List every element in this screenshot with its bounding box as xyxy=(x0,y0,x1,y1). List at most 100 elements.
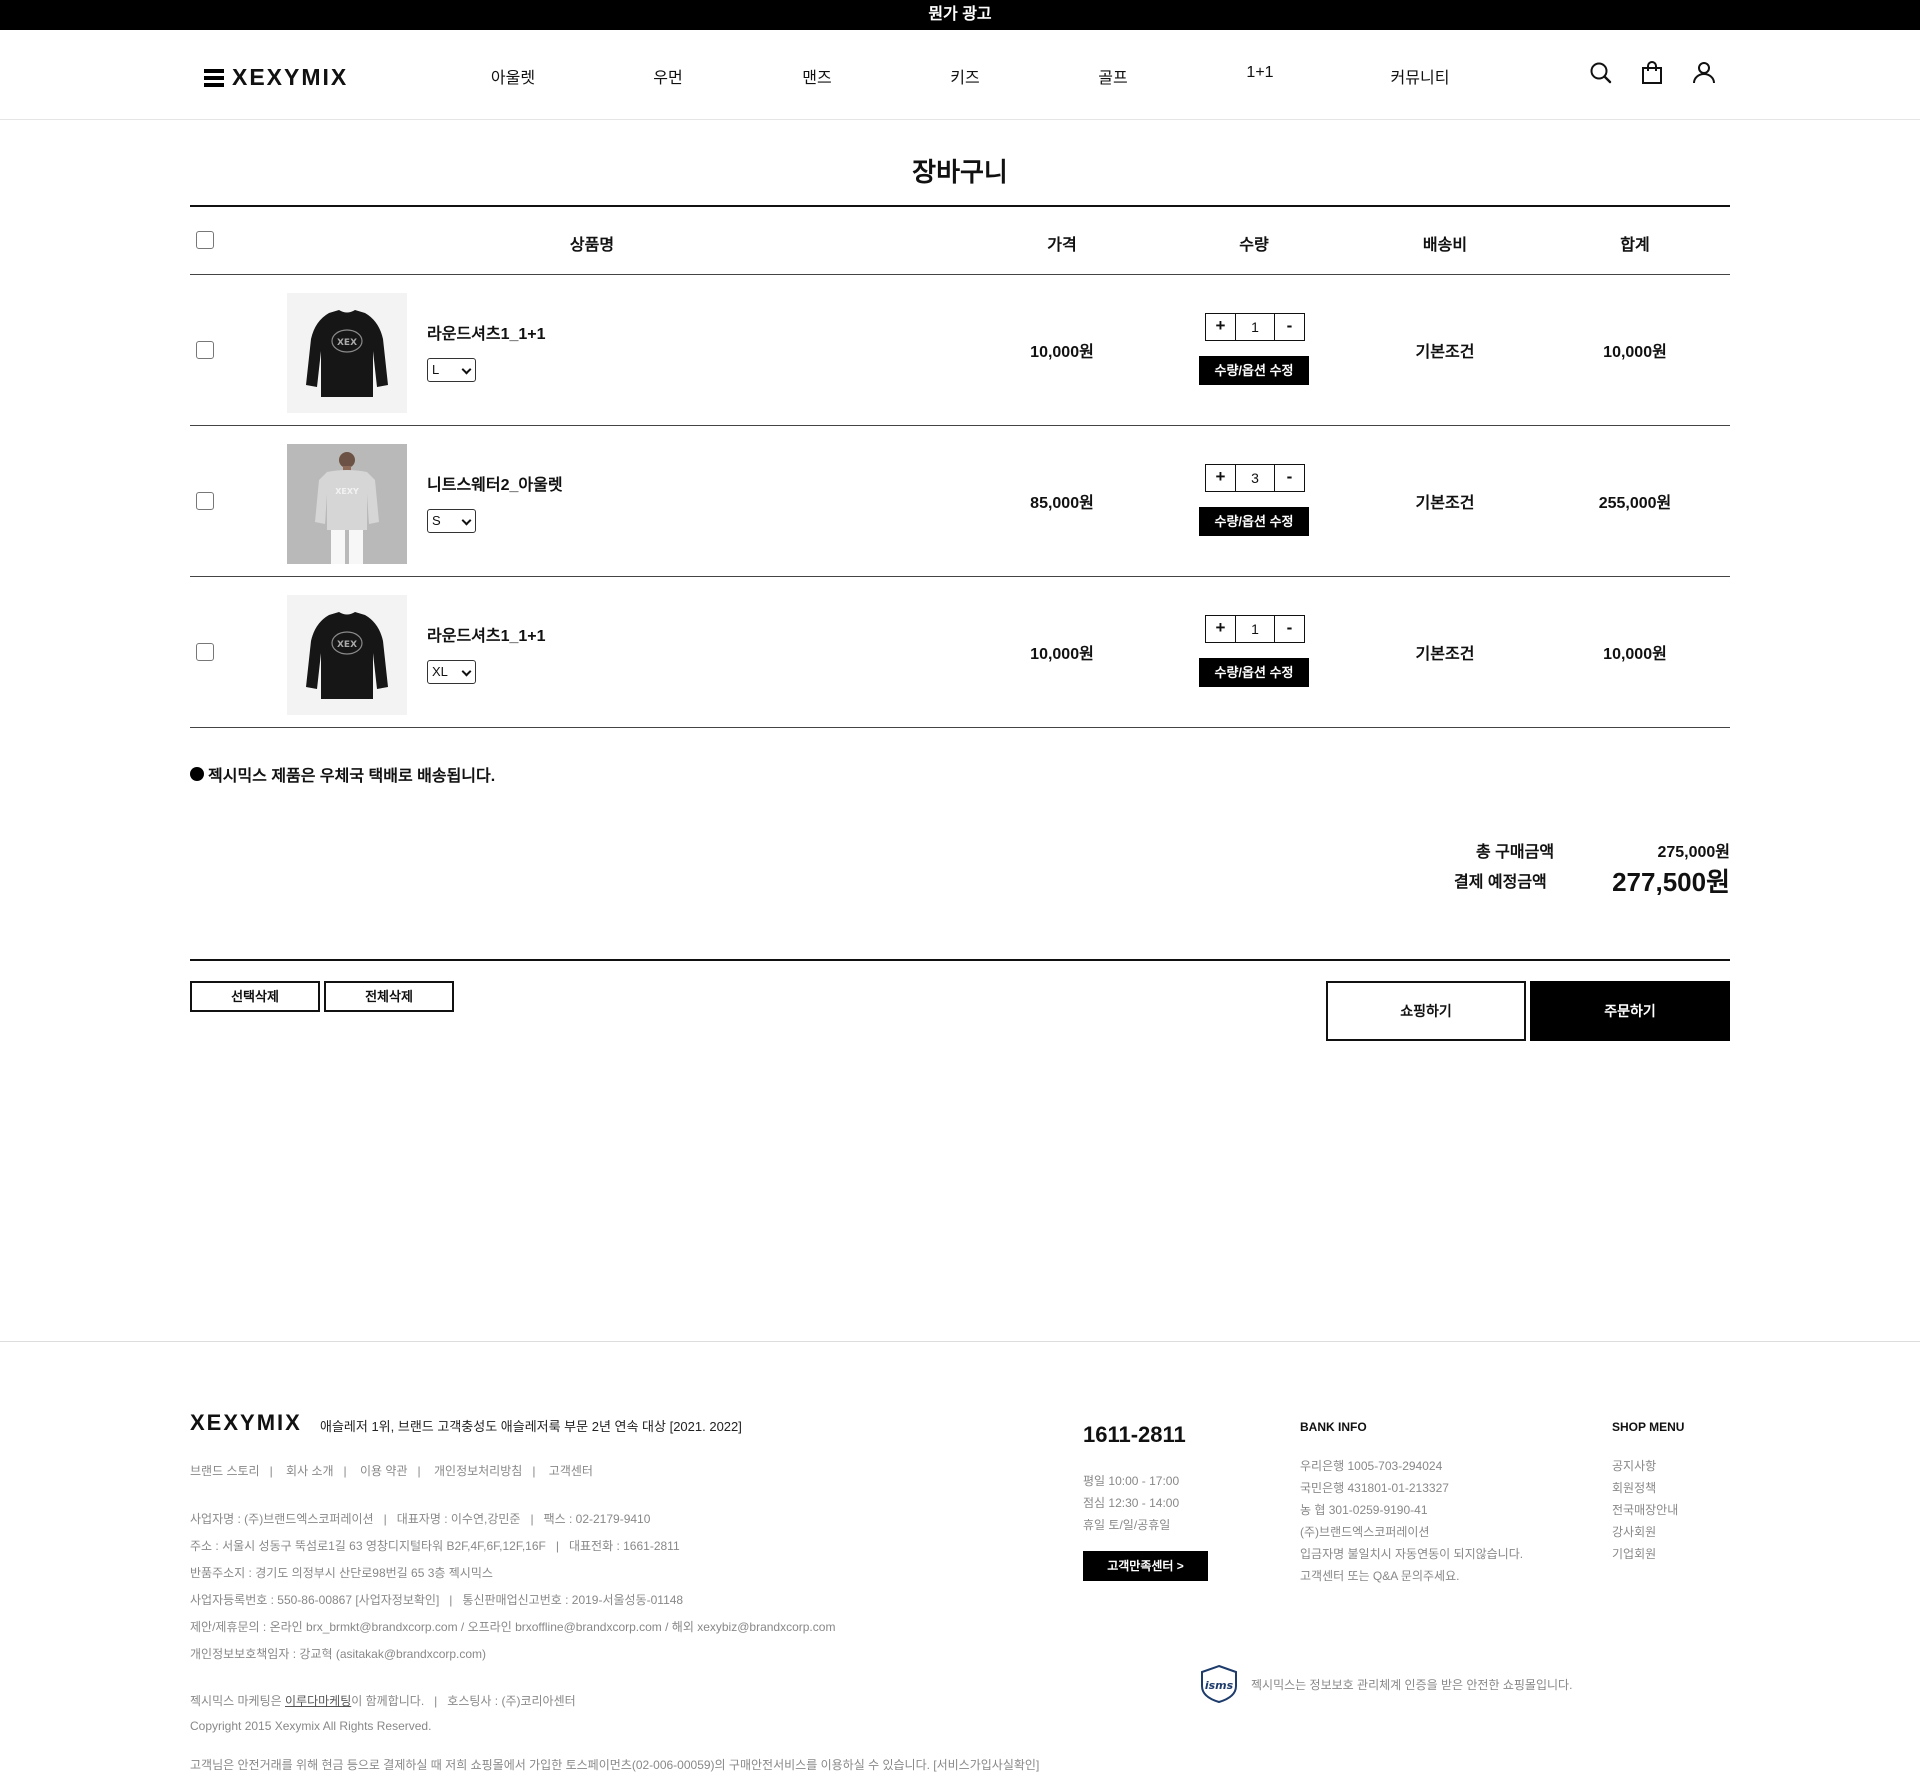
footer-link-brand-story[interactable]: 브랜드 스토리 xyxy=(190,1464,260,1478)
product-price: 10,000원 xyxy=(1030,646,1094,663)
shipping-fee: 기본조건 xyxy=(1415,495,1475,512)
qty-minus-button[interactable]: - xyxy=(1275,314,1304,340)
select-all-checkbox[interactable] xyxy=(196,231,214,249)
delete-selected-button[interactable]: 선택삭제 xyxy=(190,981,320,1012)
shop-menu-notice[interactable]: 공지사항 xyxy=(1612,1457,1656,1474)
product-name[interactable]: 라운드셔츠1_1+1 xyxy=(427,622,546,646)
edit-qty-option-button[interactable]: 수량/옵션 수정 xyxy=(1199,507,1309,536)
row-checkbox[interactable] xyxy=(196,643,214,661)
footer-marketing: 젝시믹스 마케팅은 이루다마케팅이 함께합니다. | 호스팅사 : (주)코리아… xyxy=(190,1692,576,1709)
nav-item-kids[interactable]: 키즈 xyxy=(950,64,979,88)
footer-info-line: 반품주소지 : 경기도 의정부시 산단로98번길 65 3층 젝시믹스 xyxy=(190,1566,493,1580)
search-icon[interactable] xyxy=(1588,60,1614,86)
logo[interactable]: XEXYMIX xyxy=(204,64,348,91)
footer-links: 브랜드 스토리 | 회사 소개 | 이용 약관 | 개인정보처리방침 | 고객센터 xyxy=(190,1464,593,1478)
shipping-fee: 기본조건 xyxy=(1415,646,1475,663)
product-price: 10,000원 xyxy=(1030,344,1094,361)
nav-item-community[interactable]: 커뮤니티 xyxy=(1391,64,1450,88)
row-checkbox[interactable] xyxy=(196,492,214,510)
product-name[interactable]: 라운드셔츠1_1+1 xyxy=(427,320,546,344)
footer-info-line: 주소 : 서울시 성동구 뚝섬로1길 63 영창디지털타워 B2F,4F,6F,… xyxy=(190,1539,680,1553)
cs-hours-line: 휴일 토/일/공휴일 xyxy=(1083,1518,1171,1532)
size-select[interactable]: S xyxy=(427,509,476,533)
footer-logo[interactable]: XEXYMIX xyxy=(190,1410,302,1436)
row-total: 10,000원 xyxy=(1603,646,1667,663)
bank-line: 입금자명 불일치시 자동연동이 되지않습니다. xyxy=(1300,1547,1524,1561)
header-price: 가격 xyxy=(1047,237,1077,254)
product-name[interactable]: 니트스웨터2_아울렛 xyxy=(427,471,563,495)
cs-center-button[interactable]: 고객만족센터 > xyxy=(1083,1551,1208,1581)
shop-menu-title: SHOP MENU xyxy=(1612,1420,1685,1434)
cs-phone: 1611-2811 xyxy=(1083,1422,1186,1447)
nav-item-women[interactable]: 우먼 xyxy=(653,64,682,88)
footer-copyright: Copyright 2015 Xexymix All Rights Reserv… xyxy=(190,1719,432,1733)
nav-item-outlet[interactable]: 아울렛 xyxy=(491,64,535,88)
row-checkbox[interactable] xyxy=(196,341,214,359)
qty-value[interactable]: 1 xyxy=(1235,616,1275,642)
continue-shopping-button[interactable]: 쇼핑하기 xyxy=(1326,981,1526,1041)
svg-text:XEX: XEX xyxy=(337,338,357,348)
shop-menu-instructor[interactable]: 강사회원 xyxy=(1612,1523,1656,1540)
bank-line: 국민은행 431801-01-213327 xyxy=(1300,1481,1449,1495)
nav-item-1plus1[interactable]: 1+1 xyxy=(1246,64,1273,82)
product-thumbnail[interactable]: XEXY xyxy=(287,444,407,564)
header-product: 상품명 xyxy=(569,237,615,254)
order-button[interactable]: 주문하기 xyxy=(1530,981,1730,1041)
delete-all-button[interactable]: 전체삭제 xyxy=(324,981,454,1012)
footer-link-privacy[interactable]: 개인정보처리방침 xyxy=(434,1464,522,1478)
bullet-icon xyxy=(190,767,204,781)
top-banner[interactable]: 뭔가 광고 xyxy=(0,0,1920,30)
edit-qty-option-button[interactable]: 수량/옵션 수정 xyxy=(1199,658,1309,687)
menu-icon[interactable] xyxy=(204,68,224,87)
page-title: 장바구니 xyxy=(912,157,1008,187)
site-header: XEXYMIX 아울렛 우먼 맨즈 키즈 골프 1+1 커뮤니티 xyxy=(0,30,1920,120)
shipping-fee: 기본조건 xyxy=(1415,344,1475,361)
size-select[interactable]: XL xyxy=(427,660,476,684)
cart-table: 상품명 가격 수량 배송비 합계 XEX 라운드셔츠1_1+1 L 10,000… xyxy=(190,205,1730,728)
shop-menu-corporate[interactable]: 기업회원 xyxy=(1612,1545,1656,1562)
qty-value[interactable]: 1 xyxy=(1235,314,1275,340)
footer-info-line: 제안/제휴문의 : 온라인 brx_brmkt@brandxcorp.com /… xyxy=(190,1620,836,1634)
table-row: XEX 라운드셔츠1_1+1 XL 10,000원 + 1 - 수량/옵션 수정… xyxy=(190,577,1730,728)
product-thumbnail[interactable]: XEX xyxy=(287,595,407,715)
chevron-down-icon xyxy=(461,515,472,526)
product-price: 85,000원 xyxy=(1030,495,1094,512)
qty-plus-button[interactable]: + xyxy=(1206,465,1235,491)
shop-menu-stores[interactable]: 전국매장안내 xyxy=(1612,1501,1678,1518)
footer-link-cs[interactable]: 고객센터 xyxy=(549,1464,593,1478)
shop-menu-member-policy[interactable]: 회원정책 xyxy=(1612,1479,1656,1496)
nav-item-men[interactable]: 맨즈 xyxy=(802,64,831,88)
product-thumbnail[interactable]: XEX xyxy=(287,293,407,413)
qty-plus-button[interactable]: + xyxy=(1206,314,1235,340)
qty-minus-button[interactable]: - xyxy=(1275,465,1304,491)
edit-qty-option-button[interactable]: 수량/옵션 수정 xyxy=(1199,356,1309,385)
bank-info-title: BANK INFO xyxy=(1300,1420,1367,1434)
qty-plus-button[interactable]: + xyxy=(1206,616,1235,642)
header-qty: 수량 xyxy=(1239,237,1269,254)
isms-text: 젝시믹스는 정보보호 관리체계 인증을 받은 안전한 쇼핑몰입니다. xyxy=(1251,1678,1573,1692)
footer-link-terms[interactable]: 이용 약관 xyxy=(360,1464,408,1478)
shipping-notice: 젝시믹스 제품은 우체국 택배로 배송됩니다. xyxy=(190,762,495,786)
isms-certification-icon[interactable]: isms xyxy=(1198,1664,1240,1704)
marketing-link[interactable]: 이루다마케팅 xyxy=(285,1694,351,1708)
footer-info-line: 사업자명 : (주)브랜드엑스코퍼레이션 | 대표자명 : 이수연,강민준 | … xyxy=(190,1512,651,1526)
user-icon[interactable] xyxy=(1691,60,1717,86)
marketing-suffix: 이 함께합니다. | 호스팅사 : (주)코리아센터 xyxy=(351,1694,576,1708)
cs-hours-line: 평일 10:00 - 17:00 xyxy=(1083,1474,1180,1488)
size-select[interactable]: L xyxy=(427,358,476,382)
qty-minus-button[interactable]: - xyxy=(1275,616,1304,642)
footer-link-company[interactable]: 회사 소개 xyxy=(286,1464,334,1478)
divider xyxy=(190,959,1730,961)
footer-escrow-notice[interactable]: 고객님은 안전거래를 위해 현금 등으로 결제하실 때 저희 쇼핑몰에서 가입한… xyxy=(190,1756,1039,1773)
nav-item-golf[interactable]: 골프 xyxy=(1098,64,1127,88)
logo-text: XEXYMIX xyxy=(232,64,349,90)
shopping-bag-icon[interactable] xyxy=(1639,60,1665,86)
header-shipping: 배송비 xyxy=(1422,237,1468,254)
marketing-prefix: 젝시믹스 마케팅은 xyxy=(190,1694,285,1708)
bank-line: (주)브랜드엑스코퍼레이션 xyxy=(1300,1525,1430,1539)
payment-amount-value: 277,500원 xyxy=(1612,867,1730,897)
isms-label: isms xyxy=(1205,1679,1234,1692)
quantity-stepper: + 3 - xyxy=(1205,464,1305,492)
total-purchase-label: 총 구매금액 xyxy=(1476,844,1555,861)
qty-value[interactable]: 3 xyxy=(1235,465,1275,491)
